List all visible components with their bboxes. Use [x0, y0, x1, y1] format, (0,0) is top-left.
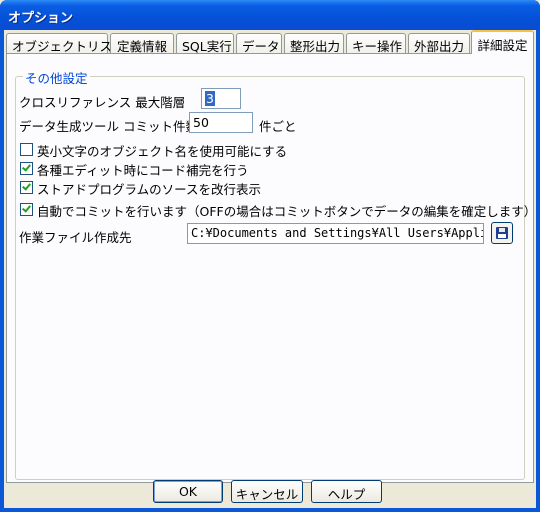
tab-panel: その他設定 クロスリファレンス 最大階層 3 データ生成ツール コミット件数 5… — [6, 53, 537, 483]
auto-commit-label: 自動でコミットを行います（OFFの場合はコミットボタンでデータの編集を確定します… — [37, 204, 537, 219]
code-completion-label: 各種エディット時にコード補完を行う — [37, 163, 249, 178]
commit-count-input[interactable]: 50 — [189, 112, 253, 133]
tab-label: オブジェクトリスト — [12, 39, 125, 54]
tab-label: データ — [242, 39, 280, 54]
floppy-label — [498, 234, 506, 238]
workdir-label: 作業ファイル作成先 — [19, 230, 132, 245]
commit-unit-label: 件ごと — [259, 119, 297, 134]
tab-format-output[interactable]: 整形出力 — [284, 33, 344, 54]
browse-button[interactable] — [491, 222, 513, 244]
cross-ref-depth-input[interactable]: 3 — [201, 88, 241, 109]
floppy-disk-icon — [496, 227, 508, 239]
ok-button[interactable]: OK — [153, 480, 223, 503]
check-mark-icon — [22, 203, 31, 213]
floppy-shutter — [499, 228, 505, 232]
tab-label: 詳細設定 — [477, 38, 528, 53]
check-mark-icon — [22, 162, 31, 172]
tab-advanced-settings[interactable]: 詳細設定 — [471, 30, 534, 54]
tab-label: 外部出力 — [414, 39, 465, 54]
code-completion-checkbox[interactable] — [20, 162, 33, 175]
check-mark-icon — [22, 181, 31, 191]
cross-ref-depth-value: 3 — [205, 91, 215, 106]
other-settings-group — [15, 76, 525, 480]
auto-commit-checkbox[interactable] — [20, 203, 33, 216]
commit-count-value: 50 — [193, 115, 209, 130]
tab-label: 整形出力 — [290, 39, 341, 54]
tab-object-list[interactable]: オブジェクトリスト — [6, 33, 125, 54]
workdir-input[interactable]: C:¥Documents and Settings¥All Users¥Appl… — [187, 223, 484, 244]
title-bar[interactable]: オプション — [0, 0, 540, 30]
tab-label: 定義情報 — [116, 39, 167, 54]
tab-data[interactable]: データ — [236, 33, 282, 54]
lowercase-names-label: 英小文字のオブジェクト名を使用可能にする — [37, 144, 288, 159]
tab-key-ops[interactable]: キー操作 — [346, 33, 406, 54]
tab-external-output[interactable]: 外部出力 — [408, 33, 470, 54]
tab-label: SQL実行 — [182, 39, 232, 54]
group-title: その他設定 — [23, 68, 90, 87]
stored-source-newline-label: ストアドプログラムのソースを改行表示 — [37, 182, 262, 197]
tab-label: キー操作 — [352, 39, 403, 54]
window-title: オプション — [8, 11, 74, 26]
stored-source-newline-checkbox[interactable] — [20, 181, 33, 194]
commit-count-label: データ生成ツール コミット件数 — [19, 119, 198, 134]
tab-definition[interactable]: 定義情報 — [110, 33, 174, 54]
help-button[interactable]: ヘルプ — [311, 480, 382, 503]
cancel-button[interactable]: キャンセル — [231, 480, 303, 503]
cross-ref-label: クロスリファレンス 最大階層 — [19, 95, 186, 110]
tab-sql-exec[interactable]: SQL実行 — [176, 33, 234, 54]
lowercase-names-checkbox[interactable] — [20, 143, 33, 156]
workdir-value: C:¥Documents and Settings¥All Users¥Appl… — [191, 226, 484, 240]
options-dialog: オプション オブジェクトリスト 定義情報 SQL実行 データ 整形出力 キー操作… — [0, 0, 540, 512]
dialog-client-area: オブジェクトリスト 定義情報 SQL実行 データ 整形出力 キー操作 外部出力 … — [4, 30, 536, 508]
